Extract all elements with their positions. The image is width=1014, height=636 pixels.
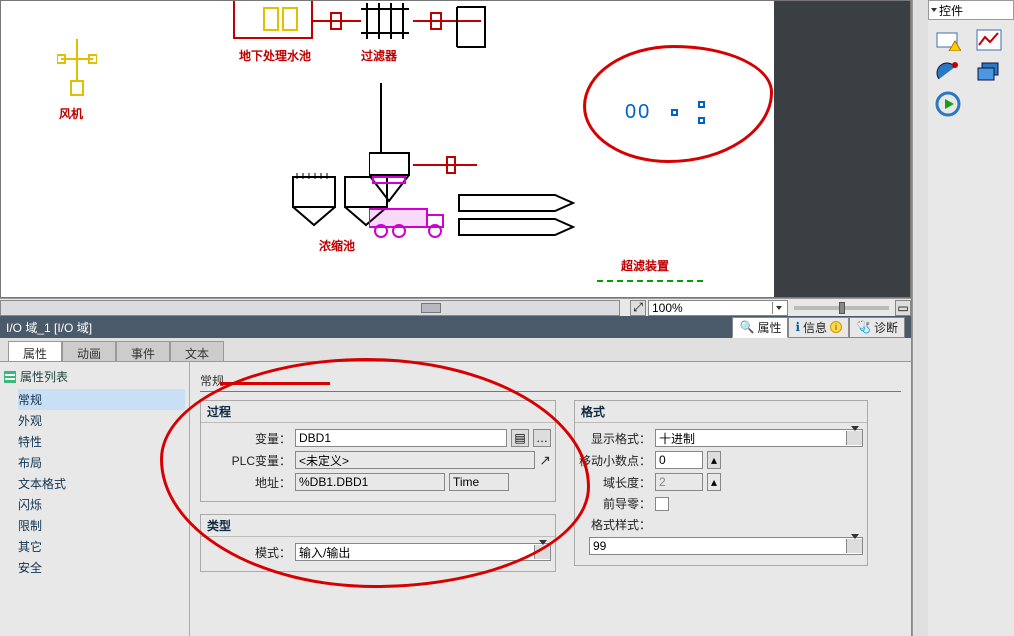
zoom-combo[interactable]: 100%	[648, 300, 788, 316]
h-scrollbar[interactable]	[0, 300, 620, 316]
input-shift[interactable]: 0	[655, 451, 703, 469]
chk-leadzero[interactable]	[655, 497, 669, 511]
zoom-value: 100%	[652, 301, 683, 315]
fan-symbol	[57, 39, 97, 99]
nav-item-flashing[interactable]: 闪烁	[18, 494, 185, 515]
lbl-shift: 移动小数点：	[579, 452, 651, 469]
annotation-circle-canvas	[583, 45, 773, 163]
nav-item-textformat[interactable]: 文本格式	[18, 473, 185, 494]
proptab-properties[interactable]: 属性	[8, 341, 62, 361]
spin-len: ▴	[707, 473, 721, 491]
list-icon	[4, 371, 16, 383]
property-tabs: 属性 动画 事件 文本	[0, 338, 911, 362]
property-nav: 属性列表 常规 外观 特性 布局 文本格式 闪烁 限制 其它 安全	[0, 362, 190, 636]
media-play-icon[interactable]	[934, 92, 962, 116]
inspector-titlebar: I/O 域_1 [I/O 域] 🔍属性 ℹ信息 i 🩺诊断	[0, 316, 911, 338]
combo-display[interactable]: 十进制	[655, 429, 863, 447]
chevron-down-icon	[931, 8, 937, 12]
pond-label: 地下处理水池	[239, 47, 311, 64]
screens-icon[interactable]	[975, 60, 1003, 84]
spin-shift[interactable]: ▴	[707, 451, 721, 469]
nav-item-limits[interactable]: 限制	[18, 515, 185, 536]
inspector-object-name: I/O 域_1 [I/O 域]	[6, 319, 92, 336]
ultra-label: 超滤装置	[621, 257, 669, 274]
nav-item-security[interactable]: 安全	[18, 557, 185, 578]
proptab-animation[interactable]: 动画	[62, 341, 116, 361]
tab-info[interactable]: ℹ信息 i	[788, 317, 849, 338]
satellite-icon[interactable]	[934, 60, 962, 84]
thickener-label: 浓缩池	[319, 237, 355, 254]
tab-properties[interactable]: 🔍属性	[732, 317, 788, 338]
input-len: 2	[655, 473, 703, 491]
property-form: 常规 过程 变量： DBD1 ▤ …	[190, 362, 911, 636]
fan-label: 风机	[59, 105, 83, 122]
nav-item-general[interactable]: 常规	[18, 389, 185, 410]
v-scrollbar[interactable]	[912, 0, 928, 636]
info-badge-icon: i	[830, 321, 842, 333]
property-nav-title: 属性列表	[4, 366, 185, 387]
pond-inner	[263, 7, 299, 33]
combo-pattern[interactable]: 99	[589, 537, 863, 555]
toolbox-header[interactable]: 控件	[928, 0, 1014, 20]
proptab-text[interactable]: 文本	[170, 341, 224, 361]
ultra-symbol	[597, 275, 707, 295]
flow-arrows	[457, 187, 597, 237]
lbl-display: 显示格式：	[579, 430, 651, 447]
dock-button[interactable]: ▭	[895, 300, 911, 316]
annotation-underline	[220, 382, 330, 385]
proptab-events[interactable]: 事件	[116, 341, 170, 361]
hmi-canvas[interactable]: 风机 地下处理水池 过滤器	[0, 0, 911, 298]
toolbox-panel: 控件	[928, 0, 1014, 636]
line-chart-icon[interactable]	[975, 28, 1003, 52]
chart-warn-icon[interactable]	[934, 28, 962, 52]
bracket	[455, 5, 495, 51]
lbl-lead: 前导零：	[579, 495, 651, 512]
zoom-slider[interactable]	[794, 306, 889, 310]
fit-button[interactable]: ⤢	[630, 300, 646, 316]
toolbox-title: 控件	[939, 2, 963, 19]
canvas-status-strip: ⤢ 100% ▭	[0, 298, 911, 316]
group-format: 格式 显示格式： 十进制 移动小数点：	[574, 400, 868, 566]
tab-diagnostics[interactable]: 🩺诊断	[849, 317, 905, 338]
nav-item-appearance[interactable]: 外观	[18, 410, 185, 431]
nav-item-misc[interactable]: 其它	[18, 536, 185, 557]
lbl-pattern: 格式样式：	[579, 516, 651, 533]
